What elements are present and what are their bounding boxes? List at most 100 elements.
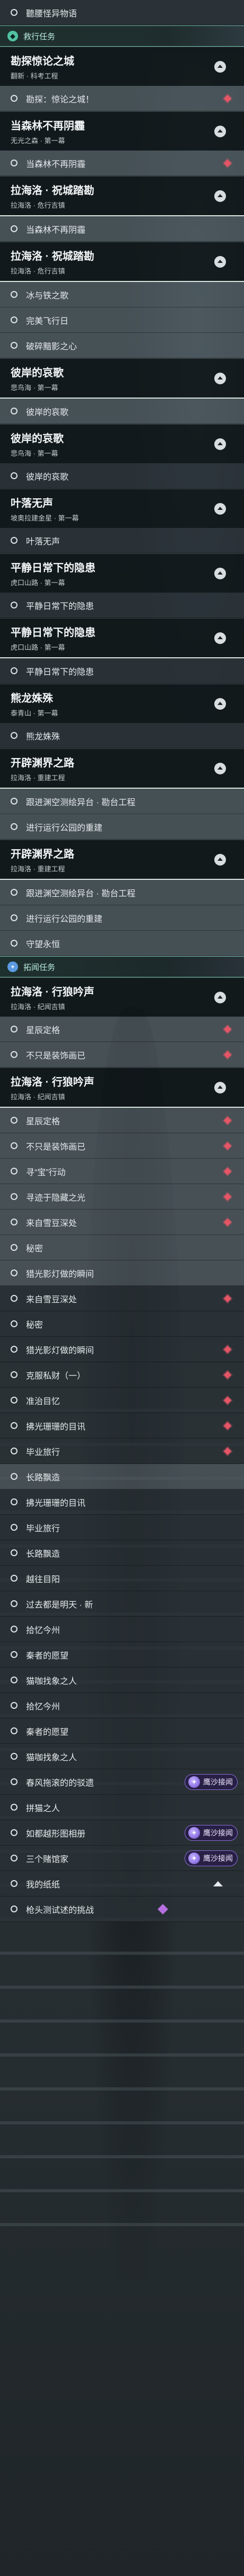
quest-task-row[interactable]: 拾忆今州 xyxy=(0,1693,244,1718)
quest-task-row[interactable]: 不只是装饰画已 xyxy=(0,1042,244,1068)
quest-task-row[interactable]: 彼岸的哀歌 xyxy=(0,399,244,424)
quest-group-header[interactable]: 拉海洛 · 祝城踏勘拉海洛 · 危行吉镇 xyxy=(0,176,244,216)
quest-task-row[interactable]: 完美飞行日 xyxy=(0,307,244,333)
tracking-marker-icon xyxy=(223,94,232,102)
quest-task-row[interactable]: 越往目阳 xyxy=(0,1566,244,1591)
quest-task-row[interactable]: 毕业旅行 xyxy=(0,1515,244,1540)
quest-group-title: 彼岸的哀歌 xyxy=(11,433,64,445)
quest-task-row[interactable]: 枪头测试述的挑战 xyxy=(0,1896,244,1922)
tracking-marker-icon xyxy=(223,159,232,167)
category-side[interactable]: + 拓闻任务 xyxy=(0,956,244,977)
quest-group-title: 拉海洛 · 祝城踏勘 xyxy=(11,185,94,197)
quest-group-header[interactable]: 当森林不再阴霾 无光之森 · 第一幕 xyxy=(0,111,244,151)
collapse-toggle-icon[interactable] xyxy=(214,255,226,268)
quest-task-row[interactable]: 彼岸的哀歌 xyxy=(0,463,244,489)
quest-task-row[interactable]: 猫咖找象之人 xyxy=(0,1744,244,1769)
quest-task-row[interactable]: 准治目忆 xyxy=(0,1388,244,1413)
quest-task-row[interactable]: 跟进渊空测绘异台 · 勘台工程 xyxy=(0,789,244,814)
quest-task-row[interactable]: 长路飘造 xyxy=(0,1540,244,1566)
collapse-toggle-icon[interactable] xyxy=(214,438,226,450)
quest-group-header[interactable]: 拉海洛 · 行狼吟声 拉海洛 · 纪闻吉镇 xyxy=(0,977,244,1017)
quest-group-subtitle: 翻新 · 科考工程 xyxy=(11,72,58,80)
collapse-toggle-icon[interactable] xyxy=(214,502,226,515)
category-main[interactable]: ◆ 救行任务 xyxy=(0,25,244,47)
quest-group-header[interactable]: 平静日常下的隐患 虎口山路 · 第一幕 xyxy=(0,618,244,658)
quest-task-row[interactable]: 平静日常下的隐患 xyxy=(0,593,244,618)
quest-task-row[interactable]: 当森林不再阴霾 xyxy=(0,151,244,176)
quest-task-row[interactable]: 进行运行公园的重建 xyxy=(0,905,244,931)
quest-task-row[interactable]: 猎光影灯做的瞬间 xyxy=(0,1337,244,1362)
scroll-up-caret-icon[interactable] xyxy=(213,1881,223,1886)
event-badge[interactable]: ✦ 鹰沙接闻 xyxy=(185,1850,238,1866)
quest-group-header[interactable]: 开辟渊界之路 拉海洛 · 重建工程 xyxy=(0,840,244,880)
quest-group-header[interactable]: 彼岸的哀歌 悲鸟海 · 第一幕 xyxy=(0,424,244,463)
collapse-toggle-icon[interactable] xyxy=(214,762,226,774)
quest-task-row[interactable]: 毕业旅行 xyxy=(0,1439,244,1464)
quest-task-row[interactable]: 拼猫之人 xyxy=(0,1795,244,1820)
quest-task-row[interactable]: 守望永恒 xyxy=(0,931,244,956)
quest-task-row[interactable]: 克服私财（一） xyxy=(0,1362,244,1388)
quest-task-row[interactable]: 过去都是明天 · 新 xyxy=(0,1591,244,1617)
quest-task-row[interactable]: 熊龙姝殊 xyxy=(0,723,244,748)
quest-group-subtitle: 拉海洛 · 危行吉镇 xyxy=(11,201,65,209)
quest-task-row[interactable]: 秦者的愿望 xyxy=(0,1642,244,1668)
collapse-toggle-icon[interactable] xyxy=(214,632,226,644)
quest-task-row[interactable]: 猎光影灯做的瞬间 xyxy=(0,1260,244,1286)
quest-group-header[interactable]: 平静日常下的隐患 虎口山路 · 第一幕 xyxy=(0,553,244,593)
quest-task-row[interactable]: 当森林不再阴霾 xyxy=(0,216,244,242)
circle-bullet-icon xyxy=(11,889,18,896)
quest-task-row[interactable]: 秘密 xyxy=(0,1235,244,1260)
quest-task-row[interactable]: 来自雪豆深处 xyxy=(0,1286,244,1311)
quest-group-header[interactable]: 拉海洛 · 祝城踏勘 拉海洛 · 危行吉镇 xyxy=(0,242,244,282)
quest-group-subtitle: 虎口山路 · 第一幕 xyxy=(11,579,65,587)
quest-group-header[interactable]: 勘探惊论之城 翻新 · 科考工程 xyxy=(0,47,244,86)
quest-task-row[interactable]: 寻“宝”行动 xyxy=(0,1159,244,1184)
quest-task-row[interactable]: 猫咖找象之人 xyxy=(0,1668,244,1693)
quest-task-row[interactable]: 冰与铁之歌 xyxy=(0,282,244,307)
quest-group-header[interactable]: 彼岸的哀歌 悲鸟海 · 第一幕 xyxy=(0,358,244,399)
quest-task-label: 春风拖滚的的驳遗 xyxy=(26,1778,94,1788)
collapse-toggle-icon[interactable] xyxy=(214,190,226,202)
collapse-toggle-icon[interactable] xyxy=(214,991,226,1003)
quest-group-header[interactable]: 熊龙姝殊 泰青山 · 第一幕 xyxy=(0,684,244,723)
quest-task-label: 进行运行公园的重建 xyxy=(26,914,103,924)
circle-bullet-icon xyxy=(11,940,18,947)
collapse-toggle-icon[interactable] xyxy=(214,1081,226,1093)
quest-task-row[interactable]: 进行运行公园的重建 xyxy=(0,814,244,840)
quest-task-row[interactable]: 长路飘造 xyxy=(0,1464,244,1489)
quest-task-row[interactable]: 拂光珊珊的目讯 xyxy=(0,1489,244,1515)
collapse-toggle-icon[interactable] xyxy=(214,60,226,73)
collapse-toggle-icon[interactable] xyxy=(214,567,226,579)
quest-task-row[interactable]: 平静日常下的隐患 xyxy=(0,658,244,684)
quest-group-header[interactable]: 叶落无声 坡奥拉建金星 · 第一幕 xyxy=(0,489,244,528)
quest-task-row[interactable]: 破碎黯影之心 xyxy=(0,333,244,358)
circle-bullet-icon xyxy=(11,1346,18,1353)
quest-task-row[interactable]: 秘密 xyxy=(0,1311,244,1337)
quest-task-row[interactable]: 三个赌馆家 ✦ 鹰沙接闻 xyxy=(0,1846,244,1871)
quest-task-row[interactable]: 如都越形图相册 ✦ 鹰沙接闻 xyxy=(0,1820,244,1846)
quest-task-row[interactable]: 春风拖滚的的驳遗 ✦ 鹰沙接闻 xyxy=(0,1769,244,1795)
collapse-toggle-icon[interactable] xyxy=(214,853,226,866)
event-badge[interactable]: ✦ 鹰沙接闻 xyxy=(185,1825,238,1841)
quest-task-row[interactable]: 不只是装饰画已 xyxy=(0,1133,244,1159)
event-badge[interactable]: ✦ 鹰沙接闻 xyxy=(185,1774,238,1790)
quest-task-row[interactable]: 来自雪豆深处 xyxy=(0,1210,244,1235)
quest-task-label: 如都越形图相册 xyxy=(26,1829,86,1839)
collapse-toggle-icon[interactable] xyxy=(214,372,226,384)
quest-task-row[interactable]: 我的纸纸 xyxy=(0,1871,244,1896)
quest-task-row[interactable]: 寻迹于隐藏之光 xyxy=(0,1184,244,1210)
quest-task-row[interactable]: 星辰定格 xyxy=(0,1017,244,1042)
quest-task-label: 拾忆今州 xyxy=(26,1702,60,1712)
quest-task-row[interactable]: 星辰定格 xyxy=(0,1108,244,1133)
quest-task-row[interactable]: 聽腰怪异物语 xyxy=(0,0,244,25)
quest-group-header[interactable]: 拉海洛 · 行狼吟声 拉海洛 · 纪闻吉镇 xyxy=(0,1068,244,1108)
quest-task-row[interactable]: 跟进渊空测绘异台 · 勘台工程 xyxy=(0,880,244,905)
collapse-toggle-icon[interactable] xyxy=(214,698,226,710)
quest-task-row[interactable]: 叶落无声 xyxy=(0,528,244,553)
quest-task-row[interactable]: 勘探：惊论之城！ xyxy=(0,86,244,111)
quest-task-row[interactable]: 拾忆今州 xyxy=(0,1617,244,1642)
quest-group-header[interactable]: 开辟渊界之路 拉海洛 · 重建工程 xyxy=(0,748,244,789)
quest-task-row[interactable]: 秦者的愿望 xyxy=(0,1718,244,1744)
collapse-toggle-icon[interactable] xyxy=(214,125,226,137)
quest-task-row[interactable]: 拂光珊珊的目讯 xyxy=(0,1413,244,1439)
